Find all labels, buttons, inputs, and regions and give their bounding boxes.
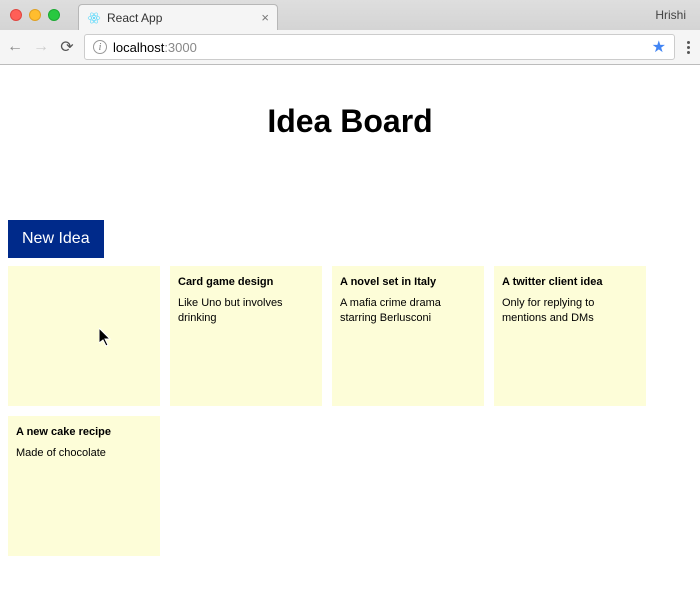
idea-body: Only for replying to mentions and DMs	[502, 296, 638, 326]
idea-tile[interactable]: Card game design Like Uno but involves d…	[170, 266, 322, 406]
idea-title: A novel set in Italy	[340, 276, 476, 288]
url-rest: :3000	[164, 40, 197, 55]
page-title: Idea Board	[0, 103, 700, 140]
forward-icon: →	[32, 38, 50, 56]
idea-tile[interactable]: A twitter client idea Only for replying …	[494, 266, 646, 406]
profile-name[interactable]: Hrishi	[655, 8, 694, 22]
site-info-icon[interactable]: i	[93, 40, 107, 54]
tab-title: React App	[107, 11, 255, 25]
new-idea-button[interactable]: New Idea	[8, 220, 104, 258]
browser-menu-icon[interactable]	[683, 41, 694, 54]
idea-tile[interactable]	[8, 266, 160, 406]
url-text: localhost:3000	[113, 40, 197, 55]
bookmark-star-icon[interactable]: ★	[652, 37, 666, 57]
browser-tab[interactable]: React App ×	[78, 4, 278, 30]
address-bar[interactable]: i localhost:3000 ★	[84, 34, 675, 60]
window-close-button[interactable]	[10, 9, 22, 21]
page-content: Idea Board New Idea Card game design Lik…	[0, 103, 700, 556]
window-maximize-button[interactable]	[48, 9, 60, 21]
reload-icon[interactable]: ⟳	[58, 37, 76, 57]
window-minimize-button[interactable]	[29, 9, 41, 21]
idea-title: Card game design	[178, 276, 314, 288]
idea-tile[interactable]: A novel set in Italy A mafia crime drama…	[332, 266, 484, 406]
idea-tile[interactable]: A new cake recipe Made of chocolate	[8, 416, 160, 556]
idea-title: A new cake recipe	[16, 426, 152, 438]
tab-close-icon[interactable]: ×	[261, 11, 269, 24]
browser-chrome: React App × Hrishi ← → ⟳ i localhost:300…	[0, 0, 700, 65]
ideas-grid: Card game design Like Uno but involves d…	[0, 266, 700, 556]
window-controls	[6, 9, 66, 21]
tab-bar: React App × Hrishi	[0, 0, 700, 30]
idea-body: Made of chocolate	[16, 446, 152, 461]
nav-bar: ← → ⟳ i localhost:3000 ★	[0, 30, 700, 64]
url-host: localhost	[113, 40, 164, 55]
idea-body: Like Uno but involves drinking	[178, 296, 314, 326]
idea-title: A twitter client idea	[502, 276, 638, 288]
idea-body: A mafia crime drama starring Berlusconi	[340, 296, 476, 326]
back-icon[interactable]: ←	[6, 38, 24, 56]
react-favicon-icon	[87, 11, 101, 25]
